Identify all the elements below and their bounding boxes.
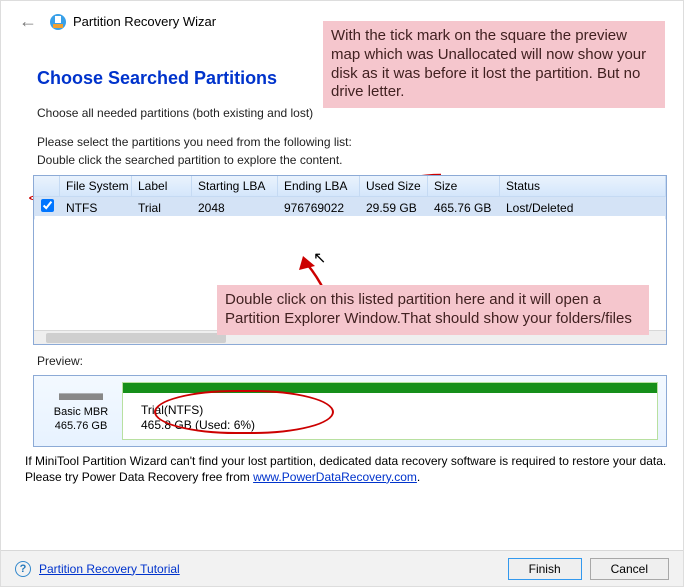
instruction-2: Please select the partitions you need fr… (37, 134, 667, 151)
col-used-size[interactable]: Used Size (360, 176, 428, 197)
instruction-3: Double click the searched partition to e… (37, 152, 667, 169)
app-icon (49, 13, 67, 31)
preview-label: Preview: (1, 345, 683, 374)
finish-button[interactable]: Finish (508, 558, 582, 580)
col-label[interactable]: Label (132, 176, 192, 197)
disk-summary: ▬▬ Basic MBR 465.76 GB (40, 382, 122, 440)
partition-bar[interactable]: Trial(NTFS) 465.8 GB (Used: 6%) (122, 382, 658, 440)
cancel-button[interactable]: Cancel (590, 558, 669, 580)
window-title: Partition Recovery Wizar (73, 14, 216, 29)
col-filesystem[interactable]: File System (60, 176, 132, 197)
back-arrow-icon[interactable]: ← (19, 11, 37, 32)
disk-type: Basic MBR (40, 406, 122, 420)
col-ending-lba[interactable]: Ending LBA (278, 176, 360, 197)
partition-detail: 465.8 GB (Used: 6%) (141, 418, 255, 434)
disk-icon: ▬▬ (40, 379, 122, 407)
col-status[interactable]: Status (500, 176, 666, 197)
col-check[interactable] (34, 176, 60, 197)
recovery-note: If MiniTool Partition Wizard can't find … (1, 447, 683, 487)
annotation-callout: With the tick mark on the square the pre… (323, 21, 665, 108)
disk-size: 465.76 GB (40, 420, 122, 434)
preview-panel: ▬▬ Basic MBR 465.76 GB Trial(NTFS) 465.8… (33, 375, 667, 447)
partition-title: Trial(NTFS) (141, 403, 255, 419)
tutorial-link[interactable]: Partition Recovery Tutorial (39, 562, 180, 576)
col-starting-lba[interactable]: Starting LBA (192, 176, 278, 197)
footer-bar: ? Partition Recovery Tutorial Finish Can… (1, 550, 683, 586)
annotation-callout: Double click on this listed partition he… (217, 285, 649, 335)
col-size[interactable]: Size (428, 176, 500, 197)
recovery-link[interactable]: www.PowerDataRecovery.com (253, 470, 417, 484)
help-icon[interactable]: ? (15, 561, 31, 577)
